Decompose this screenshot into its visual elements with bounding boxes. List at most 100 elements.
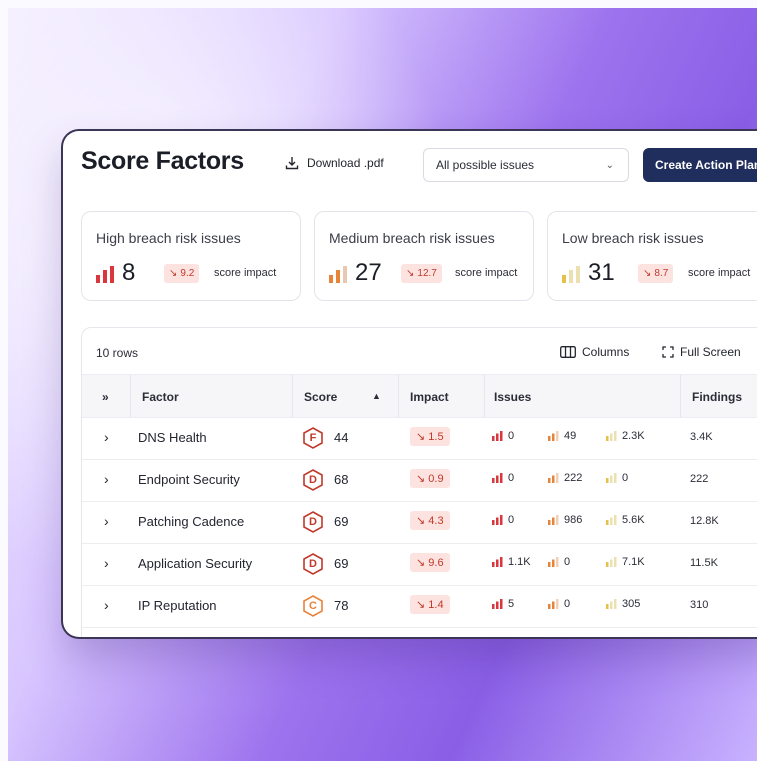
- high-bars-icon: [492, 473, 503, 483]
- columns-label: Columns: [582, 345, 630, 359]
- medium-risk-bars-icon: [329, 266, 347, 283]
- medium-bars-icon: [548, 557, 559, 567]
- table-row[interactable]: › Patching Cadence D 69 ↘ 4.3 0 986 5.6K…: [82, 501, 757, 544]
- score-value: 78: [334, 598, 349, 613]
- impact-value: 4.3: [428, 514, 444, 527]
- chevron-right-icon[interactable]: ›: [104, 429, 109, 445]
- factor-name: IP Reputation: [138, 598, 217, 613]
- card-label: High breach risk issues: [96, 230, 241, 246]
- impact-value: 9.2: [180, 268, 195, 279]
- findings-count: 12.8K: [690, 515, 719, 527]
- grade-letter: D: [309, 474, 317, 486]
- score-factors-panel: Score Factors Download .pdf All possible…: [63, 131, 757, 637]
- medium-bars-icon: [548, 431, 559, 441]
- column-divider: [130, 375, 131, 417]
- medium-issues: 222: [548, 472, 582, 484]
- high-issues: 0: [492, 514, 514, 526]
- medium-count: 0: [564, 556, 571, 568]
- table-row[interactable]: › Application Security D 69 ↘ 9.6 1.1K 0…: [82, 543, 757, 586]
- low-bars-icon: [606, 515, 617, 525]
- factors-table: 10 rows Columns Full Screen » Factor Sco…: [81, 327, 757, 637]
- score-value: 69: [334, 514, 349, 529]
- high-bars-icon: [492, 557, 503, 567]
- arrow-down-right-icon: ↘: [406, 268, 415, 279]
- low-bars-icon: [606, 473, 617, 483]
- impact-label: score impact: [688, 267, 751, 279]
- low-bars-icon: [606, 557, 617, 567]
- score-value: 68: [334, 472, 349, 487]
- low-count: 305: [622, 598, 641, 610]
- grade-letter: D: [309, 558, 317, 570]
- high-issues: 5: [492, 598, 514, 610]
- download-pdf-button[interactable]: Download .pdf: [285, 156, 384, 170]
- column-header-issues[interactable]: Issues: [494, 390, 531, 404]
- create-action-plan-button[interactable]: Create Action Plan: [643, 148, 757, 182]
- column-divider: [292, 375, 293, 417]
- impact-value: 1.5: [428, 430, 444, 443]
- high-count: 1.1K: [508, 556, 531, 568]
- card-count: 8: [122, 259, 136, 286]
- high-count: 5: [508, 598, 515, 610]
- chevron-right-icon[interactable]: ›: [104, 471, 109, 487]
- expand-icon: [662, 346, 674, 358]
- high-risk-card[interactable]: High breach risk issues 8 ↘ 9.2 score im…: [81, 211, 301, 301]
- column-header-score[interactable]: Score: [304, 390, 337, 404]
- table-row[interactable]: › Endpoint Security D 68 ↘ 0.9 0 222 0 2…: [82, 459, 757, 502]
- low-count: 0: [622, 472, 629, 484]
- medium-bars-icon: [548, 473, 559, 483]
- arrow-down-right-icon: ↘: [169, 268, 178, 279]
- column-divider: [484, 375, 485, 417]
- issue-filter-select[interactable]: All possible issues ⌄: [423, 148, 629, 182]
- panel-header: Score Factors Download .pdf All possible…: [63, 131, 757, 201]
- high-bars-icon: [492, 599, 503, 609]
- high-issues: 0: [492, 472, 514, 484]
- column-divider: [398, 375, 399, 417]
- low-bars-icon: [606, 599, 617, 609]
- expand-all-icon[interactable]: »: [102, 390, 109, 404]
- grade-letter: C: [309, 600, 317, 612]
- table-row[interactable]: › DNS Health F 44 ↘ 1.5 0 49 2.3K 3.4K: [82, 417, 757, 460]
- table-row[interactable]: › IP Reputation C 78 ↘ 1.4 5 0 305 310: [82, 585, 757, 628]
- impact-chip: ↘ 12.7: [401, 264, 442, 283]
- grade-letter: D: [309, 516, 317, 528]
- medium-count: 0: [564, 598, 571, 610]
- chevron-right-icon[interactable]: ›: [104, 597, 109, 613]
- high-count: 0: [508, 430, 515, 442]
- medium-issues: 986: [548, 514, 582, 526]
- high-bars-icon: [492, 431, 503, 441]
- medium-count: 986: [564, 514, 583, 526]
- factor-name: Application Security: [138, 556, 253, 571]
- low-issues: 5.6K: [606, 514, 645, 526]
- low-risk-card[interactable]: Low breach risk issues 31 ↘ 8.7 score im…: [547, 211, 757, 301]
- page-title: Score Factors: [81, 147, 244, 175]
- impact-chip: ↘ 9.2: [164, 264, 200, 283]
- low-count: 2.3K: [622, 430, 645, 442]
- high-bars-icon: [492, 515, 503, 525]
- impact-value: 0.9: [428, 472, 444, 485]
- score-value: 69: [334, 556, 349, 571]
- medium-count: 49: [564, 430, 577, 442]
- card-label: Low breach risk issues: [562, 230, 704, 246]
- chevron-down-icon: ⌄: [605, 160, 614, 171]
- impact-chip: ↘ 9.6: [410, 553, 450, 572]
- low-bars-icon: [606, 431, 617, 441]
- low-issues: 0: [606, 472, 628, 484]
- medium-bars-icon: [548, 515, 559, 525]
- low-count: 5.6K: [622, 514, 645, 526]
- high-count: 0: [508, 514, 515, 526]
- findings-count: 11.5K: [690, 557, 718, 569]
- sort-ascending-icon[interactable]: ▲: [372, 391, 381, 401]
- findings-count: 3.4K: [690, 431, 713, 443]
- impact-label: score impact: [455, 267, 518, 279]
- column-header-findings[interactable]: Findings: [692, 390, 742, 404]
- column-header-factor[interactable]: Factor: [142, 390, 179, 404]
- medium-risk-card[interactable]: Medium breach risk issues 27 ↘ 12.7 scor…: [314, 211, 534, 301]
- chevron-right-icon[interactable]: ›: [104, 555, 109, 571]
- impact-value: 9.6: [428, 556, 444, 569]
- full-screen-button[interactable]: Full Screen: [662, 345, 741, 359]
- chevron-right-icon[interactable]: ›: [104, 513, 109, 529]
- column-divider: [680, 375, 681, 417]
- download-icon: [285, 157, 299, 170]
- column-header-impact[interactable]: Impact: [410, 390, 449, 404]
- columns-button[interactable]: Columns: [560, 345, 629, 359]
